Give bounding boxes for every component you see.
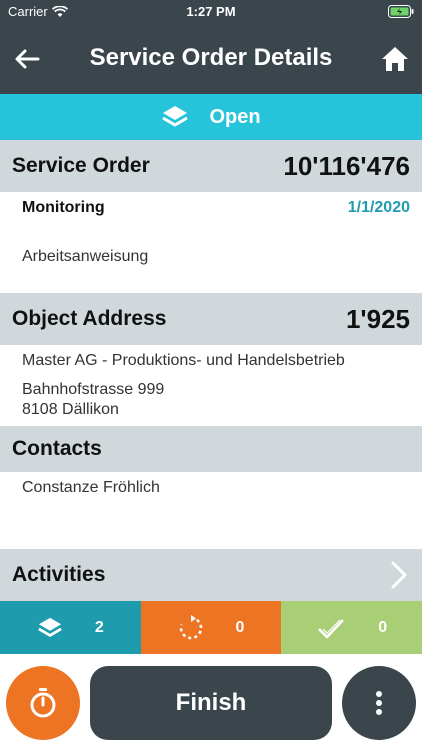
address-street: Bahnhofstrasse 999 [22, 381, 165, 398]
page-title: Service Order Details [89, 44, 333, 71]
finish-button[interactable]: Finish [90, 666, 332, 740]
counter-in-progress[interactable]: 0 [140, 601, 282, 654]
activity-counters: 2 0 0 [0, 601, 422, 654]
layers-icon [162, 106, 189, 127]
bottom-action-bar: Finish [0, 654, 422, 750]
activities-label: Activities [12, 563, 106, 586]
contacts-header: Contacts [0, 426, 422, 472]
counter-open-value: 2 [94, 618, 104, 636]
status-band: Open [0, 94, 422, 140]
object-address-header: Object Address 1'925 [0, 293, 422, 345]
object-address-label: Object Address [12, 307, 167, 330]
stopwatch-icon [30, 688, 56, 718]
service-order-header: Service Order 10'116'476 [0, 140, 422, 192]
address-company: Master AG - Produktions- und Handelsbetr… [22, 352, 345, 369]
service-order-date: 1/1/2020 [347, 199, 410, 216]
home-icon[interactable] [380, 44, 410, 74]
service-order-type: Monitoring [22, 199, 105, 216]
checkmark-icon [318, 618, 345, 638]
rotate-icon [179, 614, 202, 639]
service-order-instruction: Arbeitsanweisung [22, 248, 149, 265]
status-bar: Carrier 1:27 PM [0, 0, 422, 24]
contact-name[interactable]: Constanze Fröhlich [22, 479, 410, 497]
counter-done-value: 0 [378, 618, 388, 636]
more-vertical-icon [376, 691, 382, 715]
clock: 1:27 PM [186, 4, 236, 19]
service-order-label: Service Order [12, 154, 150, 177]
status-label: Open [209, 105, 261, 128]
layers-icon [38, 617, 62, 637]
more-options-button[interactable] [342, 666, 416, 740]
activities-header[interactable]: Activities [0, 549, 422, 601]
chevron-right-icon [391, 561, 407, 589]
address-city: 8108 Dällikon [22, 401, 119, 418]
service-order-number: 10'116'476 [283, 150, 410, 181]
navigation-bar: Service Order Details [0, 24, 422, 94]
object-address-number: 1'925 [345, 303, 410, 334]
counter-open[interactable]: 2 [0, 601, 141, 654]
counter-in-progress-value: 0 [235, 618, 245, 636]
service-order-type-row: Monitoring 1/1/2020 [22, 199, 410, 217]
timer-button[interactable] [6, 666, 80, 740]
contacts-label: Contacts [12, 437, 102, 460]
battery-icon [388, 5, 414, 18]
counter-done[interactable]: 0 [281, 601, 422, 654]
